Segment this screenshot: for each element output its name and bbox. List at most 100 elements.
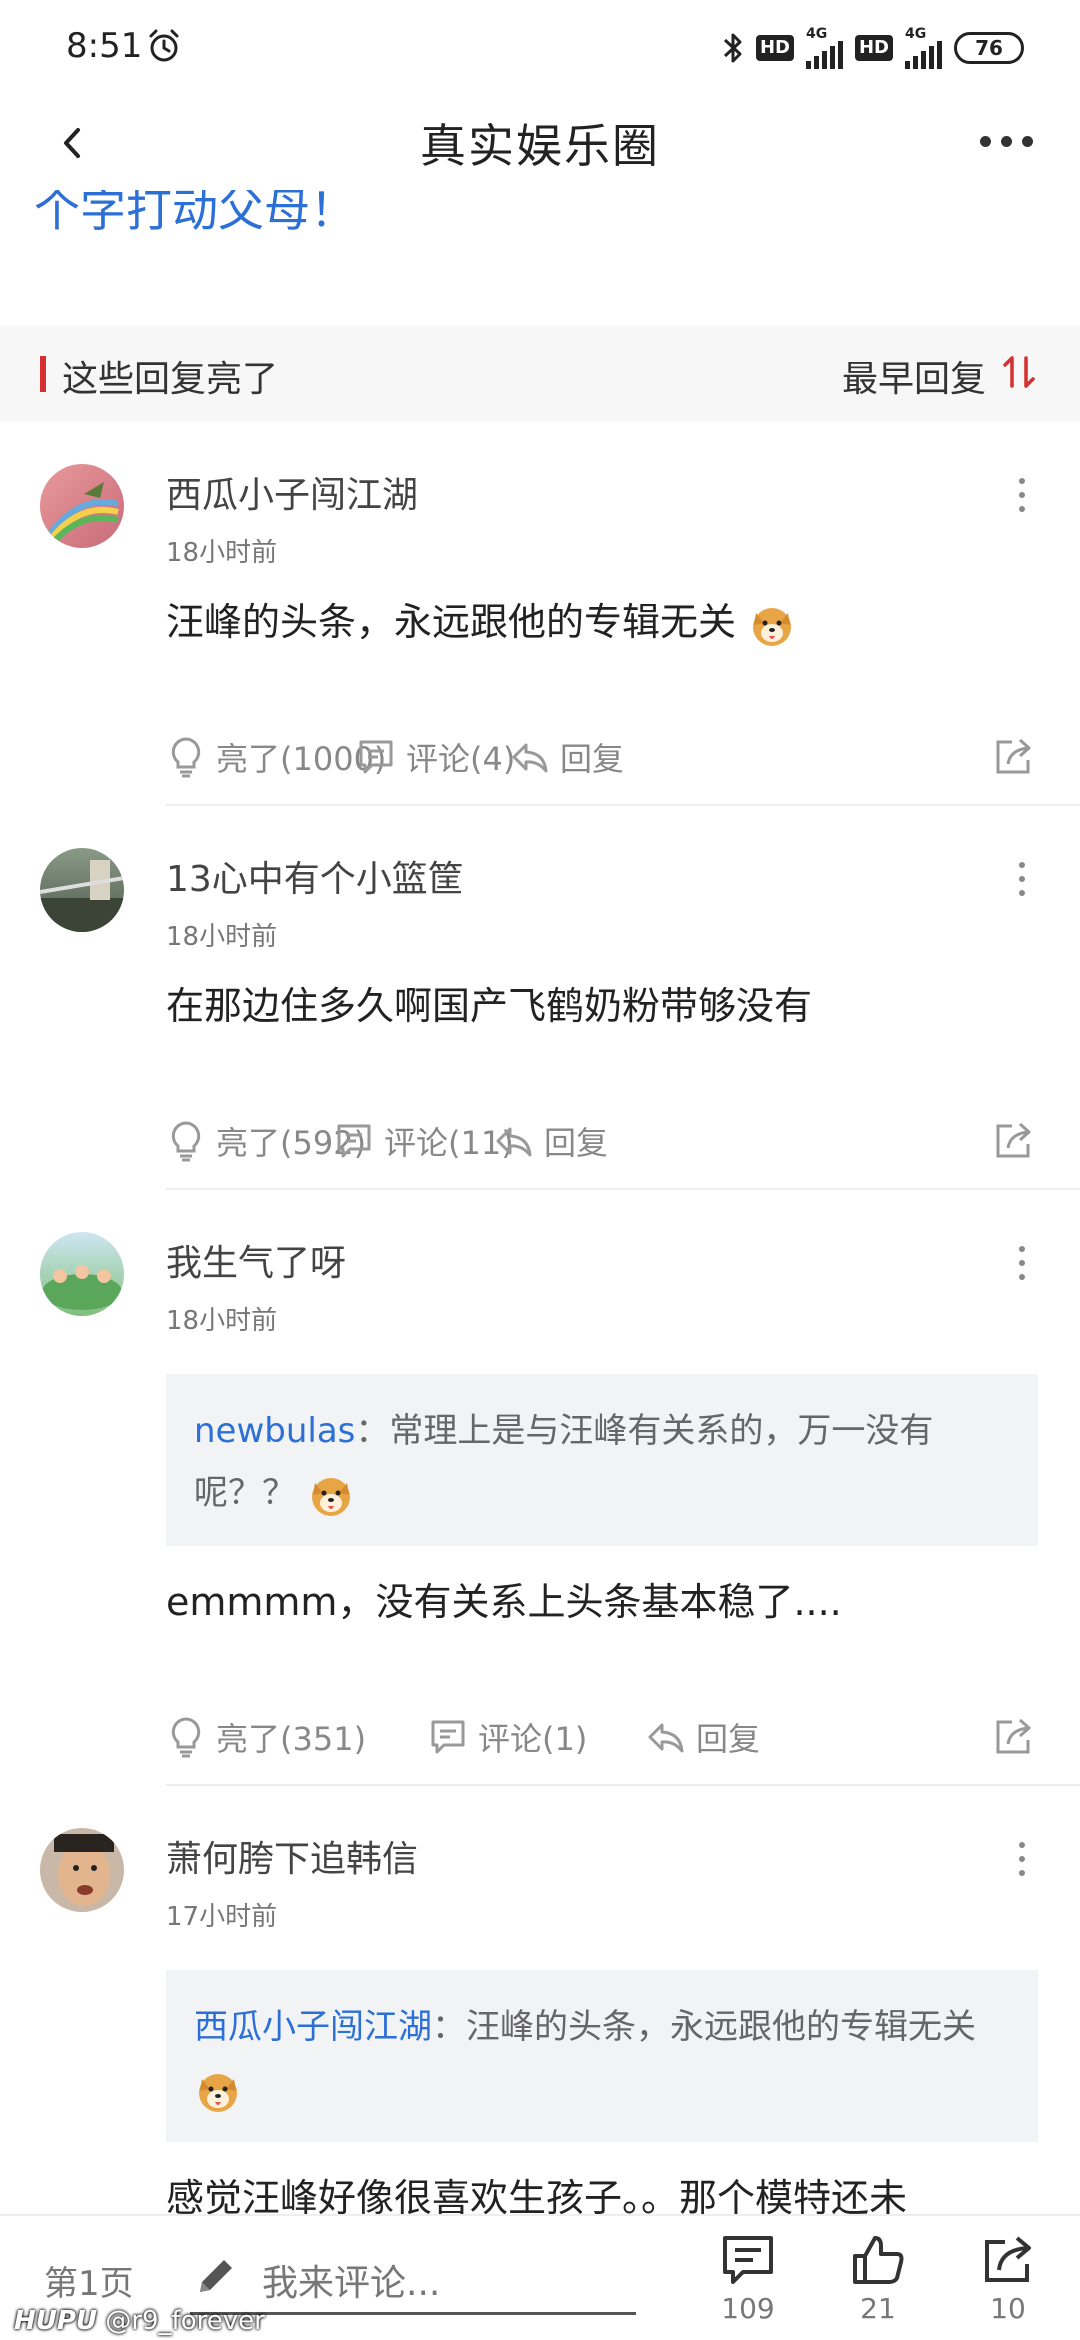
timestamp: 17小时前 (166, 1902, 278, 1932)
comment-content: emmmm，没有关系上头条基本稳了.... (166, 1580, 842, 1624)
thumbs-up-icon (853, 2236, 904, 2284)
post-body-tail: 个字打动父母！ (34, 190, 356, 237)
comment-menu-icon[interactable] (1016, 862, 1028, 896)
page-title: 真实娱乐圈 (420, 119, 660, 173)
sort-icon[interactable] (1000, 352, 1038, 392)
share-button[interactable] (992, 734, 1036, 778)
avatar[interactable] (40, 848, 124, 932)
page-indicator[interactable]: 第1页 (44, 2256, 134, 2305)
timestamp: 18小时前 (166, 1306, 278, 1336)
comment-menu-icon[interactable] (1016, 1246, 1028, 1280)
avatar-image (42, 1265, 122, 1310)
lightbulb-icon (171, 1717, 201, 1758)
comment-content: 在那边住多久啊国产飞鹤奶粉带够没有 (166, 984, 813, 1028)
hd-badge: HD (755, 35, 794, 61)
comment-content: 汪峰的头条，永远跟他的专辑无关 (166, 590, 1036, 654)
light-count: 亮了(351) (216, 1720, 367, 1758)
quoted-username[interactable]: newbulas (194, 1411, 355, 1451)
alarm-icon (149, 29, 179, 62)
comment-actions: 亮了(351) 评论(1) 回复 (166, 1714, 1046, 1774)
quoted-reply[interactable]: newbulas：常理上是与汪峰有关系的，万一没有呢？？ (166, 1374, 1038, 1546)
hot-replies-header: 这些回复亮了 最早回复 (0, 326, 1080, 422)
share-icon (985, 2236, 1031, 2282)
hd-badge-2: HD (854, 35, 893, 61)
comment-menu-icon[interactable] (1016, 1842, 1028, 1876)
comment-button[interactable]: 评论(4) (356, 734, 515, 780)
light-button[interactable]: 亮了(1000) (166, 734, 386, 780)
username[interactable]: 萧何胯下追韩信 (166, 1830, 418, 1882)
comment-item: 萧何胯下追韩信 17小时前 西瓜小子闯江湖：汪峰的头条，永远跟他的专辑无关 感觉… (0, 1786, 1080, 2214)
comment-item: 西瓜小子闯江湖 18小时前 汪峰的头条，永远跟他的专辑无关 亮了(1000) 评… (0, 422, 1080, 806)
doge-emoji-icon (311, 1477, 350, 1516)
comment-input[interactable]: 我来评论... (262, 2254, 440, 2306)
reply-button[interactable]: 回复 (494, 1118, 608, 1164)
quoted-text: ：汪峰的头条，永远跟他的专辑无关 (432, 2007, 976, 2047)
share-button[interactable] (992, 1118, 1036, 1162)
timestamp: 18小时前 (166, 538, 278, 568)
avatar[interactable] (40, 464, 124, 548)
reply-icon (512, 743, 548, 773)
pencil-icon[interactable] (192, 2252, 240, 2300)
avatar-image (54, 1834, 114, 1906)
comment-bubble-icon (359, 740, 393, 774)
doge-emoji-icon (753, 607, 792, 646)
comment-count: 评论(1) (478, 1720, 588, 1758)
bottom-bar: 第1页 我来评论... 109 21 10 HUPU @r9_forever (0, 2214, 1080, 2340)
username[interactable]: 西瓜小子闯江湖 (166, 466, 418, 518)
avatar[interactable] (40, 1828, 124, 1912)
username[interactable]: 13心中有个小篮筐 (166, 850, 464, 902)
light-button[interactable]: 亮了(351) (166, 1714, 366, 1760)
reply-label: 回复 (696, 1720, 761, 1758)
watermark-user: @r9_forever (105, 2306, 265, 2336)
comment-item: 我生气了呀 18小时前 newbulas：常理上是与汪峰有关系的，万一没有呢？？… (0, 1190, 1080, 1786)
lightbulb-icon (171, 1121, 201, 1162)
more-options-icon[interactable] (980, 126, 1040, 156)
comments-button[interactable]: 109 (708, 2232, 788, 2325)
comment-actions: 亮了(1000) 评论(4) 回复 (166, 734, 1046, 794)
doge-emoji-icon (199, 2073, 237, 2112)
comment-content: 感觉汪峰好像很喜欢生孩子。。那个模特还未 (166, 2176, 908, 2214)
avatar-image (40, 860, 124, 932)
avatar[interactable] (40, 1232, 124, 1316)
signal-icon-2: 4G (905, 27, 942, 69)
reply-button[interactable]: 回复 (510, 734, 624, 780)
nav-bar: 真实娱乐圈 (0, 96, 1080, 192)
share-post-button[interactable]: 10 (968, 2232, 1048, 2325)
timestamp: 18小时前 (166, 922, 278, 952)
watermark-brand: HUPU (14, 2306, 98, 2336)
comment-button[interactable]: 评论(1) (428, 1714, 587, 1760)
reply-label: 回复 (560, 740, 625, 778)
comment-button[interactable]: 评论(11) (334, 1118, 514, 1164)
quoted-reply[interactable]: 西瓜小子闯江湖：汪峰的头条，永远跟他的专辑无关 (166, 1970, 1038, 2142)
signal-icon: 4G (805, 27, 843, 69)
bluetooth-icon (723, 33, 742, 63)
share-icon (996, 738, 1031, 774)
section-accent-bar (40, 356, 46, 392)
battery-icon: 76 (954, 32, 1024, 64)
reply-icon (648, 1723, 684, 1753)
username[interactable]: 我生气了呀 (166, 1234, 346, 1286)
watermark: HUPU @r9_forever (14, 2306, 265, 2336)
shares-count: 10 (990, 2292, 1026, 2325)
likes-count: 21 (860, 2292, 896, 2325)
reply-label: 回复 (544, 1124, 609, 1162)
comment-count: 评论(4) (406, 740, 516, 778)
reply-icon (496, 1127, 532, 1157)
share-icon (996, 1718, 1031, 1754)
share-icon (996, 1122, 1031, 1158)
reply-button[interactable]: 回复 (646, 1714, 760, 1760)
share-button[interactable] (992, 1714, 1036, 1758)
status-bar: 8:51 HD 4G HD 4G 76 (0, 0, 1080, 96)
comment-bubble-icon (431, 1720, 465, 1754)
comment-actions: 亮了(592) 评论(11) 回复 (166, 1118, 1046, 1178)
comments-count: 109 (721, 2292, 775, 2325)
avatar-image (47, 482, 119, 548)
status-time: 8:51 (66, 26, 143, 66)
battery-level: 76 (975, 36, 1003, 60)
like-button[interactable]: 21 (838, 2232, 918, 2325)
quoted-username[interactable]: 西瓜小子闯江湖 (194, 2007, 432, 2047)
section-title: 这些回复亮了 (62, 359, 279, 400)
comment-menu-icon[interactable] (1016, 478, 1028, 512)
comment-item: 13心中有个小篮筐 18小时前 在那边住多久啊国产飞鹤奶粉带够没有 亮了(592… (0, 806, 1080, 1190)
sort-button[interactable]: 最早回复 (842, 350, 986, 402)
